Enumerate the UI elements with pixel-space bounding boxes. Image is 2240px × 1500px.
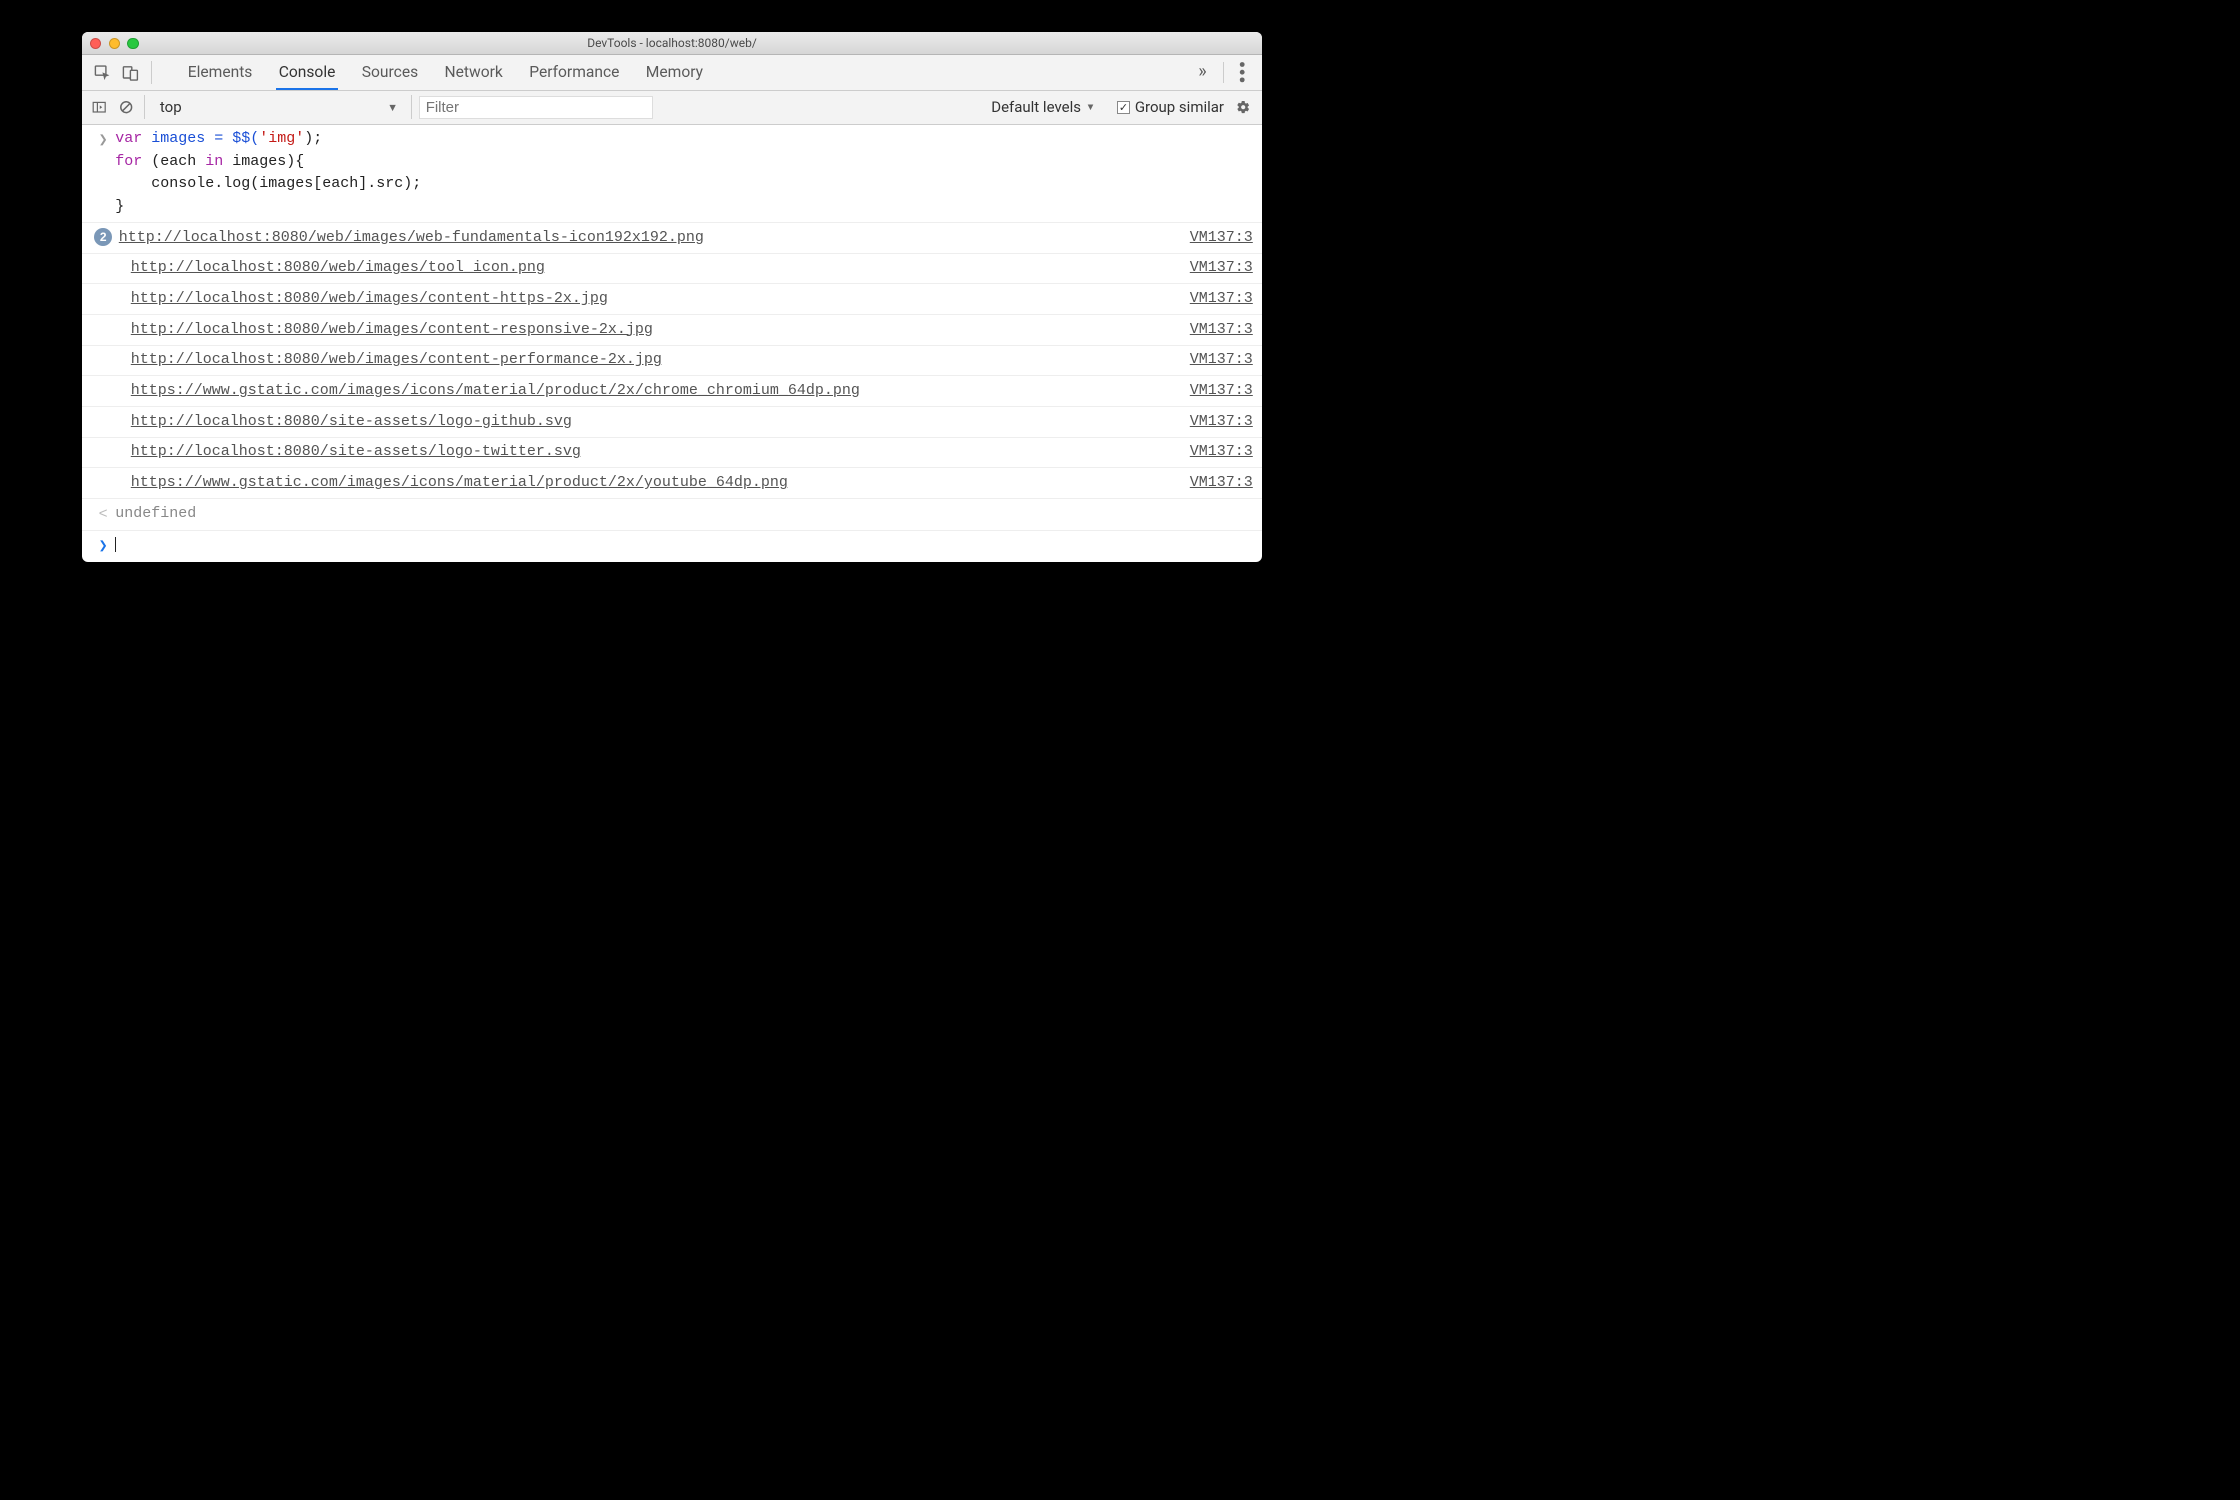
console-log-row: http://localhost:8080/web/images/content… xyxy=(82,284,1263,315)
log-levels-label: Default levels xyxy=(991,98,1081,116)
inspect-element-icon[interactable] xyxy=(89,55,117,90)
kebab-menu-icon[interactable] xyxy=(1229,55,1255,90)
log-url-link[interactable]: https://www.gstatic.com/images/icons/mat… xyxy=(131,474,788,491)
console-log-row: 2 http://localhost:8080/web/images/web-f… xyxy=(82,223,1263,254)
log-gutter xyxy=(91,349,115,350)
tab-memory[interactable]: Memory xyxy=(643,55,705,90)
console-log-row: http://localhost:8080/web/images/content… xyxy=(82,315,1263,346)
group-similar-toggle[interactable]: ✓ Group similar xyxy=(1117,98,1224,116)
separator xyxy=(151,61,152,84)
log-gutter xyxy=(91,257,115,258)
separator xyxy=(144,95,145,119)
log-gutter xyxy=(91,411,115,412)
tabs: Elements Console Sources Network Perform… xyxy=(185,55,705,90)
console-result: < undefined xyxy=(82,499,1263,531)
source-link[interactable]: VM137:3 xyxy=(1190,380,1253,403)
log-url-link[interactable]: https://www.gstatic.com/images/icons/mat… xyxy=(131,382,860,399)
tab-console[interactable]: Console xyxy=(276,55,337,90)
source-link[interactable]: VM137:3 xyxy=(1190,472,1253,495)
source-link[interactable]: VM137:3 xyxy=(1190,411,1253,434)
titlebar: DevTools - localhost:8080/web/ xyxy=(82,32,1263,55)
source-link[interactable]: VM137:3 xyxy=(1190,257,1253,280)
source-link[interactable]: VM137:3 xyxy=(1190,288,1253,311)
source-link[interactable]: VM137:3 xyxy=(1190,349,1253,372)
filter-input[interactable] xyxy=(419,96,653,119)
tab-performance[interactable]: Performance xyxy=(527,55,622,90)
context-select[interactable]: top ▼ xyxy=(152,95,404,119)
log-gutter xyxy=(91,380,115,381)
zoom-button[interactable] xyxy=(127,38,138,49)
console-log-row: http://localhost:8080/site-assets/logo-t… xyxy=(82,438,1263,469)
console-output: ❯ var images = $$('img'); for (each in i… xyxy=(82,125,1263,562)
log-url-link[interactable]: http://localhost:8080/web/images/content… xyxy=(131,351,662,368)
checkbox-icon: ✓ xyxy=(1117,101,1130,114)
window-title: DevTools - localhost:8080/web/ xyxy=(82,36,1263,50)
repeat-count-badge: 2 xyxy=(94,228,112,246)
tab-sources[interactable]: Sources xyxy=(359,55,420,90)
console-input-history: ❯ var images = $$('img'); for (each in i… xyxy=(82,125,1263,223)
close-button[interactable] xyxy=(90,38,101,49)
separator xyxy=(411,95,412,119)
chevron-down-icon: ▼ xyxy=(387,101,398,114)
log-gutter xyxy=(91,472,115,473)
log-url-link[interactable]: http://localhost:8080/web/images/content… xyxy=(131,321,653,338)
tab-network[interactable]: Network xyxy=(442,55,505,90)
source-link[interactable]: VM137:3 xyxy=(1190,441,1253,464)
input-prompt-icon: ❯ xyxy=(91,128,115,152)
devtools-window: DevTools - localhost:8080/web/ Elements … xyxy=(82,32,1263,562)
console-sidebar-toggle-icon[interactable] xyxy=(89,100,109,114)
chevron-down-icon: ▼ xyxy=(1086,102,1096,113)
console-input[interactable] xyxy=(115,535,1253,558)
console-log-row: http://localhost:8080/web/images/tool_ic… xyxy=(82,254,1263,285)
settings-gear-icon[interactable] xyxy=(1231,100,1255,114)
code-block: var images = $$('img'); for (each in ima… xyxy=(115,128,1253,218)
log-url-link[interactable]: http://localhost:8080/web/images/tool_ic… xyxy=(131,259,545,276)
log-url-link[interactable]: http://localhost:8080/site-assets/logo-t… xyxy=(131,443,581,460)
context-select-value: top xyxy=(160,98,182,116)
log-gutter xyxy=(91,319,115,320)
undefined-result: undefined xyxy=(115,503,1253,526)
minimize-button[interactable] xyxy=(109,38,120,49)
log-url-link[interactable]: http://localhost:8080/web/images/web-fun… xyxy=(119,229,704,246)
source-link[interactable]: VM137:3 xyxy=(1190,227,1253,250)
tab-elements[interactable]: Elements xyxy=(185,55,254,90)
console-log-row: https://www.gstatic.com/images/icons/mat… xyxy=(82,376,1263,407)
log-gutter xyxy=(91,441,115,442)
log-url-link[interactable]: http://localhost:8080/site-assets/logo-g… xyxy=(131,413,572,430)
window-controls xyxy=(90,38,139,49)
log-gutter: 2 xyxy=(91,227,115,246)
console-live-prompt[interactable]: ❯ xyxy=(82,531,1263,562)
console-log-row: http://localhost:8080/site-assets/logo-g… xyxy=(82,407,1263,438)
log-gutter xyxy=(91,288,115,289)
device-toggle-icon[interactable] xyxy=(116,55,144,90)
input-prompt-icon: ❯ xyxy=(91,535,115,559)
group-similar-label: Group similar xyxy=(1135,98,1224,116)
console-log-row: http://localhost:8080/web/images/content… xyxy=(82,346,1263,377)
log-levels-select[interactable]: Default levels ▼ xyxy=(991,98,1095,116)
separator xyxy=(1223,62,1224,83)
output-prompt-icon: < xyxy=(91,503,115,527)
tabs-bar: Elements Console Sources Network Perform… xyxy=(82,55,1263,91)
console-toolbar: top ▼ Default levels ▼ ✓ Group similar xyxy=(82,91,1263,125)
clear-console-icon[interactable] xyxy=(116,100,136,114)
tabs-overflow-button[interactable]: » xyxy=(1196,55,1209,90)
console-log-row: https://www.gstatic.com/images/icons/mat… xyxy=(82,468,1263,499)
log-url-link[interactable]: http://localhost:8080/web/images/content… xyxy=(131,290,608,307)
source-link[interactable]: VM137:3 xyxy=(1190,319,1253,342)
